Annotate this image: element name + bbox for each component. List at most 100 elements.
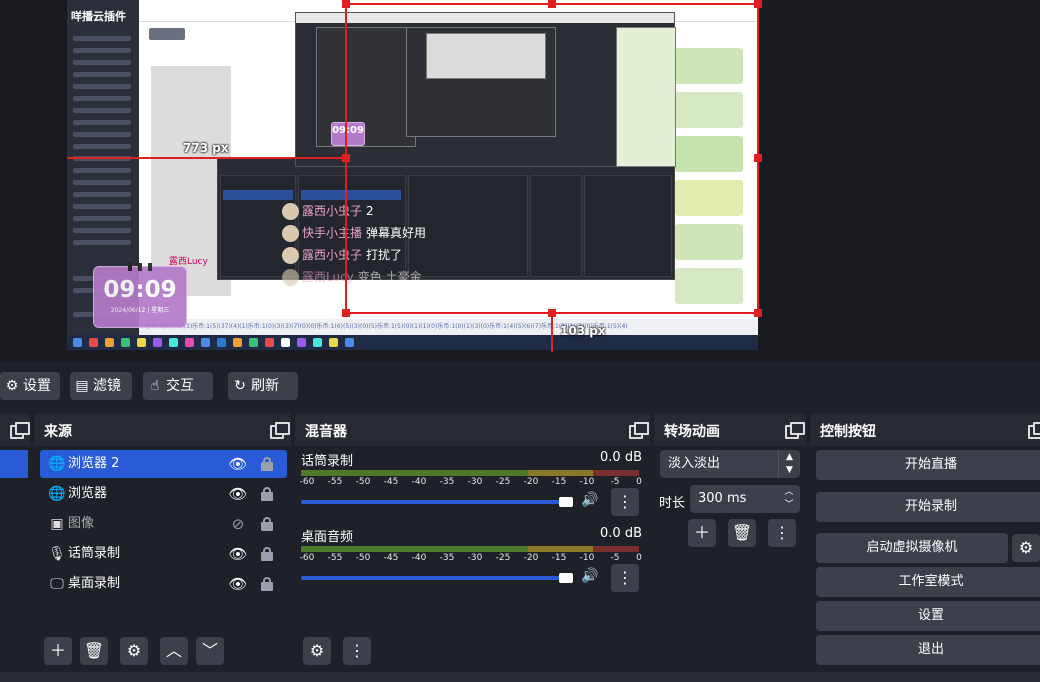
avatar [282,203,299,220]
chat-line: 快手小主播 弹幕真好用 [282,224,426,244]
channel-menu-button[interactable]: ⋮ [611,488,639,516]
settings-button[interactable]: ⚙ 设置 [0,372,60,400]
studio-mode-button[interactable]: 工作室模式 [816,567,1040,597]
mixer-menu-button[interactable]: ⋮ [343,637,371,665]
resize-handle[interactable] [548,0,556,8]
visibility-eye-off-icon[interactable]: ⊘ [228,510,248,538]
exit-button[interactable]: 退出 [816,635,1040,665]
clock-time: 09:09 [103,277,177,303]
float-dock-icon[interactable] [270,422,290,439]
float-dock-icon[interactable] [1028,422,1040,439]
gear-icon: ⚙ [126,641,142,660]
source-item-browser-2[interactable]: 🌐 浏览器 2 👁 [40,450,287,478]
web-footer-text: 乐币:1(2)(72)(3)乐币:1(5)(37)(4)(1)乐币:1(0)(3… [139,319,758,335]
move-source-up-button[interactable]: ︿ [160,637,188,665]
transition-menu-button[interactable]: ⋮ [768,519,796,547]
resize-handle[interactable] [342,309,350,317]
source-properties-button[interactable]: ⚙ [120,637,148,665]
microphone-icon: 🎙 [48,546,66,562]
measure-label-left: 773 px [183,141,229,155]
globe-icon: 🌐 [48,456,66,472]
remove-transition-button[interactable]: 🗑 [728,519,756,547]
resize-handle[interactable] [754,309,762,317]
kebab-menu-icon: ⋮ [617,492,633,511]
avatar [282,269,299,286]
monitor-icon: 🖵 [50,576,64,592]
controls-dock: 控制按钮 开始直播 开始录制 启动虚拟摄像机 ⚙ 工作室模式 设置 退出 [810,413,1040,670]
meter-ticks: -60 -55 -50 -45 -40 -35 -30 -25 -20 -15 -10 -5… [299,477,642,487]
web-chat-cards [675,48,745,304]
gears-icon: ⚙ [309,641,325,660]
virtual-camera-settings-button[interactable]: ⚙ [1012,534,1040,562]
chevron-updown-icon: ▲ ▼ [778,450,800,478]
image-icon: ▣ [50,516,64,532]
volume-slider[interactable] [301,500,569,504]
mixer-channel-db: 0.0 dB [600,526,642,541]
start-streaming-button[interactable]: 开始直播 [816,450,1040,480]
trash-icon: 🗑 [731,523,753,542]
source-item-image[interactable]: ▣ 图像 ⊘ [40,510,287,538]
visibility-eye-icon[interactable]: 👁 [228,480,248,508]
kebab-menu-icon: ⋮ [349,641,365,660]
preview-canvas[interactable]: 咩播云插件 露西Lucy 乐币:1(2)(72)(3)乐币:1(5)(37)(4… [0,0,1040,362]
channel-menu-button[interactable]: ⋮ [611,564,639,592]
float-dock-icon[interactable] [629,422,649,439]
chat-line: 露西小虫子 2 [282,202,374,222]
mixer-title: 混音器 [305,424,347,440]
resize-handle[interactable] [548,309,556,317]
resize-handle[interactable] [754,154,762,162]
clock-widget[interactable]: 09:09 2024/06/12 | 星期三 [93,263,187,328]
chat-line: 露西小虫子 打扰了 [282,246,402,266]
move-source-down-button[interactable]: ﹀ [196,637,224,665]
add-transition-button[interactable]: ＋ [688,519,716,547]
filters-button[interactable]: ▤ 滤镜 [70,372,132,400]
resize-handle[interactable] [342,154,350,162]
chevron-up-icon: ︿ [165,641,182,660]
remove-source-button[interactable]: 🗑 [80,637,108,665]
float-dock-icon[interactable] [785,422,805,439]
float-dock-icon[interactable] [10,422,30,439]
resize-handle[interactable] [754,0,762,8]
clock-widget-small: 09:09 [331,122,365,146]
visibility-eye-icon[interactable]: 👁 [228,540,248,568]
transition-select[interactable]: 淡入淡出 ▲ ▼ [660,450,800,478]
volume-meter [301,470,639,476]
source-item-mic[interactable]: 🎙 话筒录制 👁 [40,540,287,568]
start-recording-button[interactable]: 开始录制 [816,492,1040,522]
visibility-eye-icon[interactable]: 👁 [228,570,248,598]
duration-spinbox[interactable]: 300 ms ︿ ﹀ [690,485,800,513]
volume-slider[interactable] [301,576,569,580]
advanced-audio-button[interactable]: ⚙ [303,637,331,665]
gear-icon: ⚙ [1018,538,1034,557]
interact-button[interactable]: ☝ 交互 [143,372,213,400]
scene-item-selected[interactable] [0,450,28,478]
add-source-button[interactable]: ＋ [44,637,72,665]
web-logo: 咩播云插件 [71,10,126,22]
volume-slider-handle[interactable] [559,573,573,583]
refresh-button[interactable]: ↻ 刷新 [228,372,298,400]
globe-icon: 🌐 [48,486,66,502]
gear-icon: ⚙ [5,378,19,394]
trash-icon: 🗑 [83,641,105,660]
visibility-eye-icon[interactable]: 👁 [228,450,248,478]
sources-dock: 来源 🌐 浏览器 2 👁 🌐 浏览器 👁 ▣ 图像 ⊘ 🎙 话筒录制 👁 🖵 桌… [34,413,291,670]
volume-slider-handle[interactable] [559,497,573,507]
hand-pointer-icon: ☝ [150,378,160,394]
volume-meter [301,546,639,552]
audio-mixer-dock: 混音器 话筒录制 0.0 dB -60 -55 -50 -45 -40 -35 -30… [295,413,650,670]
controls-title: 控制按钮 [820,424,876,440]
speaker-icon[interactable]: 🔊 [581,568,598,584]
distance-guide-bottom [551,314,553,352]
source-item-browser[interactable]: 🌐 浏览器 👁 [40,480,287,508]
avatar [282,247,299,264]
chat-line: 露西Lucy 变色 土豪金 [282,268,422,288]
speaker-icon[interactable]: 🔊 [581,492,598,508]
start-virtual-camera-button[interactable]: 启动虚拟摄像机 [816,533,1008,563]
clock-date: 2024/06/12 | 星期三 [110,307,170,314]
source-item-desktop[interactable]: 🖵 桌面录制 👁 [40,570,287,598]
settings-button[interactable]: 设置 [816,601,1040,631]
mixer-channel-name: 桌面音频 [301,530,354,545]
avatar [282,225,299,242]
captured-taskbar [67,335,758,350]
resize-handle[interactable] [342,0,350,8]
